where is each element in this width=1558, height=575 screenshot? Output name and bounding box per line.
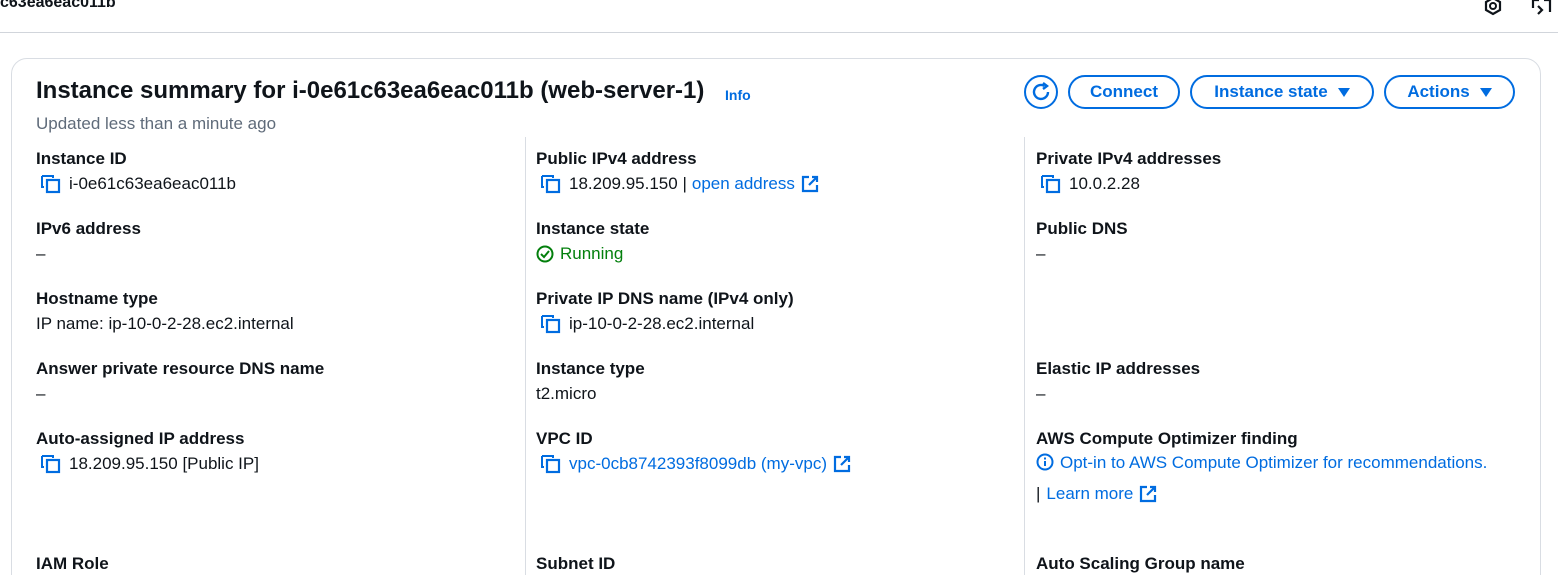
field-value: 18.209.95.150 [Public IP]: [69, 454, 259, 473]
top-bar-title: c63ea6eac011b: [0, 0, 116, 11]
refresh-button[interactable]: [1024, 75, 1058, 109]
learn-more-link[interactable]: Learn more: [1046, 484, 1133, 504]
open-address-link[interactable]: open address: [692, 174, 795, 194]
field-public-dns: Public DNS –: [1036, 219, 1128, 264]
instance-state-button[interactable]: Instance state: [1190, 75, 1374, 109]
connect-button-label: Connect: [1090, 82, 1158, 101]
page-title: Instance summary for i-0e61c63ea6eac011b…: [36, 77, 705, 104]
field-instance-state: Instance state Running: [536, 219, 649, 264]
field-label: Auto Scaling Group name: [1036, 554, 1245, 573]
field-answer-private-dns: Answer private resource DNS name –: [36, 359, 324, 404]
field-value: 10.0.2.28: [1069, 174, 1140, 193]
field-value: IP name: ip-10-0-2-28.ec2.internal: [36, 314, 294, 333]
external-link-icon[interactable]: [801, 175, 819, 193]
column-divider: [525, 137, 526, 575]
external-link-icon[interactable]: [833, 455, 851, 473]
copy-icon[interactable]: [540, 454, 562, 474]
field-label: Hostname type: [36, 289, 158, 308]
field-iam-role: IAM Role: [36, 554, 109, 574]
field-value: –: [36, 244, 46, 263]
field-auto-assigned-ip: Auto-assigned IP address 18.209.95.150 […: [36, 429, 259, 474]
field-label: Subnet ID: [536, 554, 616, 573]
field-label: Auto-assigned IP address: [36, 429, 245, 448]
field-label: IPv6 address: [36, 219, 141, 238]
external-link-icon[interactable]: [1139, 485, 1157, 503]
actions-button[interactable]: Actions: [1384, 75, 1515, 109]
field-value: –: [36, 384, 46, 403]
copy-icon[interactable]: [540, 174, 562, 194]
field-auto-scaling-group: Auto Scaling Group name: [1036, 554, 1245, 574]
field-elastic-ip: Elastic IP addresses –: [1036, 359, 1200, 404]
field-value: ip-10-0-2-28.ec2.internal: [569, 314, 755, 333]
field-label: Instance ID: [36, 149, 127, 168]
field-label: Elastic IP addresses: [1036, 359, 1201, 378]
field-public-ipv4: Public IPv4 address 18.209.95.150 | open…: [536, 149, 819, 194]
field-label: Public DNS: [1036, 219, 1128, 238]
caret-down-icon: [1337, 87, 1350, 97]
field-instance-id: Instance ID i-0e61c63ea6eac011b: [36, 149, 236, 194]
field-instance-type: Instance type t2.micro: [536, 359, 645, 404]
copy-icon[interactable]: [540, 314, 562, 334]
field-vpc-id: VPC ID vpc-0cb8742393f8099db (my-vpc): [536, 429, 851, 474]
actions-button-label: Actions: [1407, 82, 1470, 101]
field-label: Public IPv4 address: [536, 149, 697, 168]
copy-icon[interactable]: [40, 174, 62, 194]
instance-state-button-label: Instance state: [1214, 82, 1328, 101]
field-label: VPC ID: [536, 429, 593, 448]
connect-button[interactable]: Connect: [1068, 75, 1180, 109]
field-label: IAM Role: [36, 554, 109, 573]
column-divider: [1024, 137, 1025, 575]
field-hostname-type: Hostname type IP name: ip-10-0-2-28.ec2.…: [36, 289, 294, 334]
field-value: t2.micro: [536, 384, 597, 403]
field-value: i-0e61c63ea6eac011b: [69, 174, 236, 193]
refresh-icon: [1032, 82, 1050, 101]
separator: |: [1036, 484, 1041, 503]
vpc-link[interactable]: vpc-0cb8742393f8099db (my-vpc): [569, 454, 827, 474]
field-subnet-id: Subnet ID: [536, 554, 615, 574]
updated-status: Updated less than a minute ago: [36, 114, 277, 133]
field-private-ip-dns: Private IP DNS name (IPv4 only) ip-10-0-…: [536, 289, 794, 334]
field-label: Instance state: [536, 219, 650, 238]
field-label: Instance type: [536, 359, 645, 378]
settings-hex-icon[interactable]: [1483, 0, 1505, 18]
copy-icon[interactable]: [1040, 174, 1062, 194]
copy-icon[interactable]: [40, 454, 62, 474]
field-ipv6-address: IPv6 address –: [36, 219, 141, 264]
field-label: Answer private resource DNS name: [36, 359, 325, 378]
field-label: Private IPv4 addresses: [1036, 149, 1222, 168]
field-compute-optimizer: AWS Compute Optimizer finding Opt-in to …: [1036, 429, 1516, 504]
field-label: AWS Compute Optimizer finding: [1036, 429, 1298, 448]
field-label: Private IP DNS name (IPv4 only): [536, 289, 794, 308]
field-value: –: [1036, 244, 1046, 263]
caret-down-icon: [1479, 87, 1492, 97]
status-running: Running: [560, 244, 624, 263]
panel-toggle-icon[interactable]: [1530, 0, 1552, 18]
info-link[interactable]: Info: [725, 87, 751, 103]
field-value: 18.209.95.150 |: [569, 174, 687, 193]
status-check-icon: [536, 245, 554, 263]
info-circle-icon: [1036, 453, 1054, 471]
optimizer-opt-in-link[interactable]: Opt-in to AWS Compute Optimizer for reco…: [1060, 453, 1487, 472]
top-bar: c63ea6eac011b: [0, 0, 1558, 33]
field-value: –: [1036, 384, 1046, 403]
field-private-ipv4: Private IPv4 addresses 10.0.2.28: [1036, 149, 1221, 194]
